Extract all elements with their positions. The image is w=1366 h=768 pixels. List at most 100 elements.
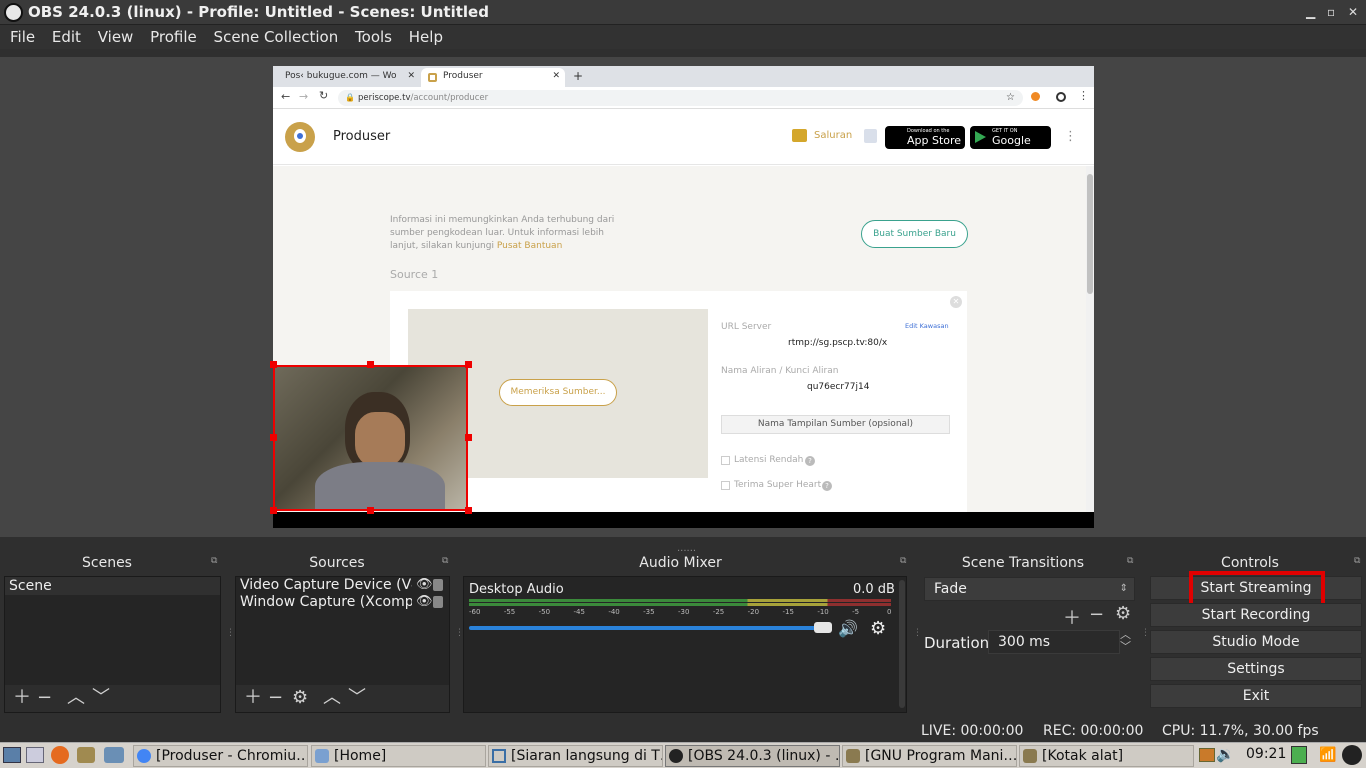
gear-icon[interactable]: ⚙ (292, 689, 308, 707)
add-source-button[interactable]: ＋ (244, 689, 262, 707)
dock-splitter[interactable]: ⋮ (913, 628, 922, 638)
volume-icon[interactable]: 🔉 (1216, 745, 1235, 763)
transition-select[interactable]: Fade ⇕ (924, 577, 1135, 601)
resize-handle[interactable] (367, 361, 374, 368)
source-item[interactable]: Window Capture (Xcompo (240, 594, 412, 611)
network-signal-icon[interactable]: 📶 (1319, 747, 1336, 763)
studio-mode-button[interactable]: Studio Mode (1150, 630, 1362, 654)
channel-link[interactable]: Saluran (814, 130, 852, 141)
address-bar[interactable]: 🔒 periscope.tv/account/producer ☆ (338, 90, 1023, 106)
browser-tab[interactable]: Pos‹ bukugue.com — Wo ✕ (279, 68, 419, 87)
start-recording-button[interactable]: Start Recording (1150, 603, 1362, 627)
remove-source-button[interactable]: − (268, 689, 283, 707)
tray-image-icon[interactable] (1199, 748, 1215, 762)
gear-icon[interactable]: ⚙ (1115, 603, 1131, 624)
lock-icon[interactable] (433, 596, 443, 608)
exit-button[interactable]: Exit (1150, 684, 1362, 708)
dock-splitter[interactable]: ⋮ (1141, 628, 1150, 638)
obs-tray-icon[interactable] (1342, 745, 1362, 765)
tab-close-icon[interactable]: ✕ (407, 71, 415, 81)
tab-close-icon[interactable]: ✕ (552, 71, 560, 81)
new-tab-button[interactable]: + (573, 69, 583, 83)
site-menu-icon[interactable]: ⋮ (1064, 129, 1077, 144)
checking-source-button[interactable]: Memeriksa Sumber... (499, 379, 617, 406)
move-up-icon[interactable]: ︿ (67, 689, 85, 707)
stream-key-value[interactable]: qu76ecr77j14 (807, 382, 869, 392)
eye-icon[interactable]: 👁 (416, 594, 433, 609)
menu-profile[interactable]: Profile (150, 25, 197, 49)
star-icon[interactable]: ☆ (1006, 90, 1015, 106)
task-home[interactable]: [Home] (311, 745, 486, 767)
gimp-icon[interactable] (77, 747, 95, 763)
display-name-input[interactable]: Nama Tampilan Sumber (opsional) (721, 415, 950, 434)
menu-tools[interactable]: Tools (355, 25, 392, 49)
task-toolbox[interactable]: [Kotak alat] (1019, 745, 1194, 767)
google-play-button[interactable]: GET IT ON Google Play (970, 126, 1051, 160)
move-down-icon[interactable]: ﹀ (348, 689, 366, 707)
url-server-value[interactable]: rtmp://sg.pscp.tv:80/x (788, 338, 887, 348)
remove-scene-button[interactable]: − (37, 689, 52, 707)
task-broadcast[interactable]: [Siaran langsung di T… (488, 745, 663, 767)
forward-icon[interactable]: → (299, 90, 308, 103)
webcam-source[interactable] (273, 365, 468, 511)
file-manager-icon[interactable] (26, 747, 44, 763)
volume-slider-handle[interactable] (814, 622, 832, 633)
dock-float-icon[interactable]: ⧉ (900, 556, 906, 566)
menu-view[interactable]: View (98, 25, 134, 49)
gear-icon[interactable]: ⚙ (870, 618, 886, 639)
help-center-link[interactable]: Pusat Bantuan (497, 241, 562, 251)
extension-icon[interactable] (1031, 92, 1040, 101)
new-source-button[interactable]: Buat Sumber Baru (861, 220, 968, 248)
browser-menu-icon[interactable]: ⋮ (1078, 89, 1089, 102)
source-item[interactable]: Video Capture Device (V4 (240, 577, 412, 594)
menu-help[interactable]: Help (409, 25, 443, 49)
spin-down-icon[interactable]: ﹀ (1120, 641, 1131, 653)
resize-handle[interactable] (465, 434, 472, 441)
move-down-icon[interactable]: ﹀ (92, 689, 110, 707)
reload-icon[interactable]: ↻ (319, 89, 328, 102)
menu-file[interactable]: File (10, 25, 35, 49)
super-heart-checkbox[interactable] (721, 481, 730, 490)
splitter-handle[interactable]: ...... (677, 543, 696, 554)
low-latency-checkbox[interactable] (721, 456, 730, 465)
resize-handle[interactable] (270, 361, 277, 368)
site-scrollbar[interactable] (1086, 166, 1094, 512)
firefox-icon[interactable] (51, 746, 69, 764)
duration-input[interactable]: 300 ms (988, 630, 1120, 654)
move-up-icon[interactable]: ︿ (323, 689, 341, 707)
show-desktop-icon[interactable] (3, 747, 21, 763)
browser-tab-active[interactable]: Produser ✕ (421, 68, 565, 87)
add-scene-button[interactable]: ＋ (13, 689, 31, 707)
resize-handle[interactable] (465, 361, 472, 368)
dock-float-icon[interactable]: ⧉ (1354, 556, 1360, 566)
task-gimp[interactable]: [GNU Program Mani… (842, 745, 1017, 767)
resize-handle[interactable] (270, 434, 277, 441)
speaker-icon[interactable]: 🔊 (838, 619, 858, 638)
dock-float-icon[interactable]: ⧉ (442, 556, 448, 566)
maximize-button[interactable]: ▫ (1327, 0, 1335, 25)
menu-scene-collection[interactable]: Scene Collection (214, 25, 339, 49)
dock-float-icon[interactable]: ⧉ (211, 556, 217, 566)
edit-region-link[interactable]: Edit Kawasan (905, 322, 949, 330)
close-button[interactable]: ✕ (1348, 0, 1358, 25)
resize-handle[interactable] (367, 507, 374, 514)
volume-slider[interactable] (469, 626, 829, 630)
mixer-scrollbar[interactable] (899, 580, 905, 708)
dock-splitter[interactable]: ⋮ (226, 628, 235, 638)
eye-icon[interactable]: 👁 (416, 577, 433, 592)
app-store-button[interactable]: Download on the App Store (885, 126, 965, 149)
dock-float-icon[interactable]: ⧉ (1127, 556, 1133, 566)
resize-handle[interactable] (270, 507, 277, 514)
remove-transition-button[interactable]: − (1089, 604, 1104, 625)
resize-handle[interactable] (465, 507, 472, 514)
tray-app-icon[interactable] (1291, 746, 1307, 764)
account-icon[interactable] (1056, 92, 1066, 102)
task-chromium[interactable]: [Produser - Chromiu… (133, 745, 308, 767)
settings-button[interactable]: Settings (1150, 657, 1362, 681)
back-icon[interactable]: ← (281, 90, 290, 103)
minimize-button[interactable]: ▁ (1306, 0, 1315, 25)
launcher-icon[interactable] (104, 747, 124, 763)
lock-icon[interactable] (433, 579, 443, 591)
task-obs[interactable]: [OBS 24.0.3 (linux) - … (665, 745, 840, 767)
menu-edit[interactable]: Edit (52, 25, 81, 49)
